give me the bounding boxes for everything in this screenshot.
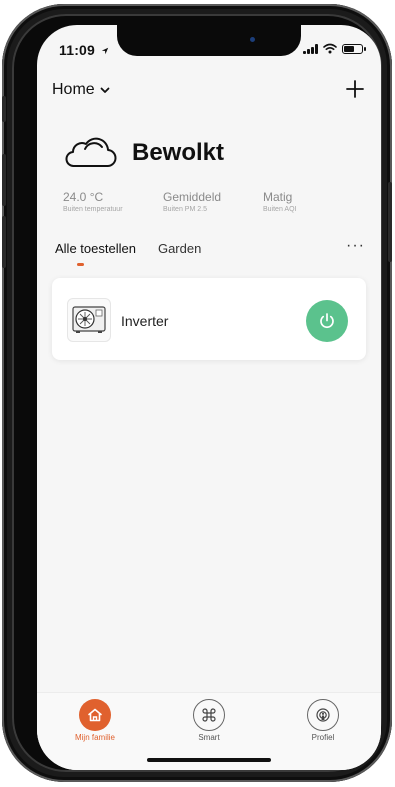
stat-aqi: Matig Buiten AQI	[263, 190, 363, 213]
home-selector[interactable]: Home	[52, 81, 110, 99]
active-tab-indicator	[77, 263, 84, 266]
status-time-text: 11:09	[59, 42, 96, 58]
outdoor-stats: 24.0 °C Buiten temperatuur Gemiddeld Bui…	[63, 190, 363, 213]
battery-icon	[342, 43, 366, 54]
tab-all-devices[interactable]: Alle toestellen	[55, 241, 136, 256]
stat-value: Gemiddeld	[163, 190, 222, 204]
power-toggle-button[interactable]	[306, 300, 348, 342]
volume-up-button	[2, 154, 6, 206]
home-indicator[interactable]	[147, 758, 271, 762]
nav-label: Smart	[198, 733, 220, 742]
chevron-down-icon	[100, 87, 110, 93]
status-time: 11:09	[59, 42, 109, 58]
nav-profile-circle	[307, 699, 339, 731]
nav-smart-circle	[193, 699, 225, 731]
camera-dot	[250, 37, 255, 42]
device-name: Inverter	[121, 313, 169, 329]
stat-value: Matig	[263, 190, 293, 204]
weather-condition: Bewolkt	[132, 139, 225, 166]
nav-family-circle	[79, 699, 111, 731]
tab-garden[interactable]: Garden	[158, 241, 201, 256]
stat-label: Buiten PM 2.5	[163, 206, 207, 213]
weather-summary: Bewolkt	[64, 135, 224, 171]
stat-temperature: 24.0 °C Buiten temperatuur	[63, 190, 163, 213]
command-icon	[202, 708, 216, 722]
notch	[117, 25, 301, 56]
room-tabs: Alle toestellen Garden	[55, 241, 201, 256]
more-options-button[interactable]: ···	[346, 237, 365, 255]
nav-label: Mijn familie	[74, 733, 115, 742]
app-screen: 11:09 Home Bewolkt 24.0 °C Buiten temper…	[37, 25, 381, 770]
home-icon	[88, 708, 102, 722]
cellular-signal-icon	[303, 43, 318, 54]
wifi-icon	[323, 43, 337, 54]
status-icons	[303, 43, 366, 54]
nav-my-family[interactable]: Mijn familie	[55, 699, 135, 742]
stat-value: 24.0 °C	[63, 190, 104, 204]
stat-label: Buiten temperatuur	[63, 206, 123, 213]
volume-down-button	[2, 216, 6, 268]
add-button[interactable]	[344, 78, 366, 100]
cloud-icon	[65, 137, 117, 167]
stat-pm25: Gemiddeld Buiten PM 2.5	[163, 190, 263, 213]
profile-icon	[316, 708, 330, 722]
location-arrow-icon	[101, 48, 109, 55]
device-card-inverter[interactable]: Inverter	[52, 278, 366, 360]
nav-profile[interactable]: Profiel	[283, 699, 363, 742]
silent-switch	[2, 96, 6, 122]
nav-label: Profiel	[311, 733, 335, 742]
stat-label: Buiten AQI	[263, 206, 297, 213]
home-label: Home	[52, 81, 95, 98]
nav-smart[interactable]: Smart	[169, 699, 249, 742]
heat-pump-unit-icon	[67, 298, 111, 342]
side-power-button	[388, 182, 392, 262]
power-icon	[320, 313, 334, 329]
